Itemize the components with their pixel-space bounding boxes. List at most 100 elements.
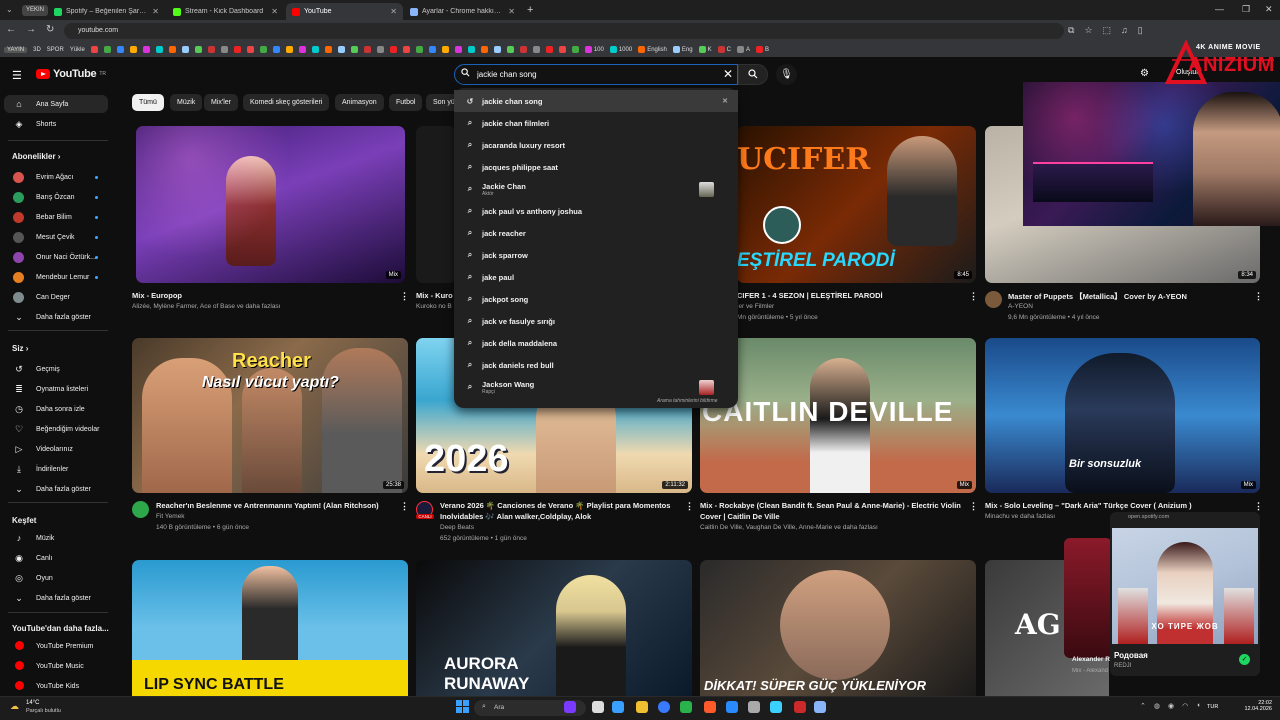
bookmark-item[interactable]: Eng (672, 46, 693, 53)
video-thumbnail[interactable]: Mix (136, 126, 405, 283)
bookmark-favicon-icon[interactable] (402, 46, 410, 53)
more-options-icon[interactable]: ⋮ (969, 291, 978, 302)
sidebar-item[interactable]: YouTube Kids (4, 677, 108, 695)
video-title[interactable]: Mix - Europop (132, 291, 392, 300)
channel-avatar[interactable] (985, 291, 1002, 308)
taskbar-app-icon[interactable] (794, 701, 806, 713)
bookmark-item[interactable]: K (698, 46, 712, 53)
video-thumbnail[interactable]: UCIFER EŞTİREL PARODİ 8:45 (737, 126, 976, 283)
bookmark-item[interactable]: B (755, 46, 769, 53)
taskbar-app-icon[interactable] (748, 701, 760, 713)
wifi-icon[interactable]: ◠ (1182, 702, 1188, 710)
bookmark-favicon-icon[interactable] (129, 46, 137, 53)
install-app-icon[interactable]: ⧉ (1068, 25, 1074, 36)
bookmark-favicon-icon[interactable] (350, 46, 358, 53)
search-suggestion[interactable]: ⌕ jake paul (454, 266, 738, 288)
sidebar-item[interactable]: Can Deger (4, 288, 108, 306)
taskbar-app-icon[interactable] (726, 701, 738, 713)
video-channel[interactable]: Alexander R (1072, 656, 1112, 663)
taskbar-app-icon[interactable] (658, 701, 670, 713)
close-tab-icon[interactable]: ✕ (152, 7, 159, 16)
sidebar-section-title[interactable]: YouTube'dan daha fazla... (12, 624, 109, 633)
more-options-icon[interactable]: ⋮ (1254, 501, 1263, 512)
bookmark-favicon-icon[interactable] (415, 46, 423, 53)
search-suggestion[interactable]: ⌕ jacaranda luxury resort (454, 134, 738, 156)
video-title[interactable]: Reacher'ın Beslenme ve Antrenmanını Yapt… (156, 501, 396, 510)
profile-badge[interactable]: YEKIN (22, 5, 49, 16)
more-options-icon[interactable]: ⋮ (969, 501, 978, 512)
video-channel[interactable]: Minachu ve daha fazlası (985, 513, 1105, 520)
bookmark-favicon-icon[interactable] (467, 46, 475, 53)
search-suggestion[interactable]: ⌕ Jackie Chan Aktör (454, 178, 738, 200)
sidebar-item[interactable]: YouTube Music (4, 657, 108, 675)
bookmark-favicon-icon[interactable] (116, 46, 124, 53)
youtube-logo[interactable]: YouTube TR (36, 68, 106, 80)
browser-tab[interactable]: Ayarlar - Chrome hakkında ✕ (404, 3, 521, 20)
video-channel[interactable]: Deep Beats (440, 524, 680, 531)
bookmark-item[interactable]: English (638, 46, 667, 53)
bookmark-favicon-icon[interactable] (168, 46, 176, 53)
search-suggestion[interactable]: ↺ jackie chan song ✕ (454, 90, 738, 112)
more-options-icon[interactable]: ⋮ (1254, 291, 1263, 302)
sidebar-item[interactable]: ▷ Videolarınız (4, 440, 108, 458)
video-channel[interactable]: ler ve Filmler (737, 303, 967, 310)
forward-icon[interactable]: → (26, 24, 36, 35)
bookmark-favicon-icon[interactable] (298, 46, 306, 53)
sidebar-item[interactable]: ⌄ Daha fazla göster (4, 480, 108, 498)
search-suggestion[interactable]: ⌕ jackie chan filmleri (454, 112, 738, 134)
report-predictions-link[interactable]: Arama tahminlerini bildirme (657, 398, 718, 404)
bookmark-item[interactable]: 3D (33, 47, 41, 53)
sidebar-item[interactable]: Mendebur Lemur (4, 268, 108, 286)
bookmark-favicon-icon[interactable] (220, 46, 228, 53)
url-field[interactable]: youtube.com (64, 23, 1064, 39)
liked-check-icon[interactable]: ✓ (1239, 654, 1250, 665)
album-art[interactable]: ХО ТИРЕ ЖОВ (1112, 528, 1258, 644)
search-suggestion[interactable]: ⌕ jack daniels red bull (454, 354, 738, 376)
clear-search-icon[interactable]: ✕ (723, 67, 733, 81)
bookmark-favicon-icon[interactable] (545, 46, 553, 53)
maximize-icon[interactable]: ❐ (1242, 4, 1250, 15)
bookmark-favicon-icon[interactable] (363, 46, 371, 53)
weather-description[interactable]: Parçalı bulutlu (26, 708, 61, 714)
bookmark-favicon-icon[interactable] (233, 46, 241, 53)
bookmark-favicon-icon[interactable] (142, 46, 150, 53)
sidebar-section-title[interactable]: Abonelikler › (12, 152, 60, 161)
bookmark-favicon-icon[interactable] (454, 46, 462, 53)
search-suggestion[interactable]: ⌕ jack ve fasulye sırığı (454, 310, 738, 332)
bookmark-favicon-icon[interactable] (103, 46, 111, 53)
bookmark-favicon-icon[interactable] (376, 46, 384, 53)
search-suggestion[interactable]: ⌕ jack sparrow (454, 244, 738, 266)
search-button[interactable] (738, 64, 768, 85)
video-channel[interactable]: Kuroko no B (416, 303, 454, 310)
bookmark-favicon-icon[interactable] (324, 46, 332, 53)
filter-chip[interactable]: Mix'ler (204, 94, 239, 111)
bookmark-favicon-icon[interactable] (155, 46, 163, 53)
video-channel[interactable]: A-YEON (1008, 303, 1248, 310)
filter-chip[interactable]: Komedi skeç gösterileri (243, 94, 330, 111)
sidebar-item[interactable]: Onur Naci Öztürk... (4, 248, 108, 266)
video-thumbnail[interactable]: Bir sonsuzluk Mix (985, 338, 1260, 493)
bookmark-favicon-icon[interactable] (246, 46, 254, 53)
sidebar-section-title[interactable]: Keşfet (12, 516, 36, 525)
bookmark-favicon-icon[interactable] (181, 46, 189, 53)
bookmark-favicon-icon[interactable] (194, 46, 202, 53)
search-suggestion[interactable]: ⌕ jack reacher (454, 222, 738, 244)
video-title[interactable]: Verano 2026 🌴 Canciones de Verano 🌴 Play… (440, 501, 685, 510)
taskbar-app-icon[interactable] (704, 701, 716, 713)
close-tab-icon[interactable]: ✕ (271, 7, 278, 16)
taskbar-app-icon[interactable] (636, 701, 648, 713)
sidebar-item[interactable]: ◎ Oyun (4, 569, 108, 587)
search-suggestion[interactable]: ⌕ jack della maddalena (454, 332, 738, 354)
sidebar-item[interactable]: ⌂ Ana Sayfa (4, 95, 108, 113)
more-options-icon[interactable]: ⋮ (685, 501, 694, 512)
video-title[interactable]: Mix - Rockabye (Clean Bandit ft. Sean Pa… (700, 501, 965, 510)
bookmark-item[interactable]: YAYIN (4, 46, 28, 53)
sidebar-item[interactable]: Mesut Çevik (4, 228, 108, 246)
back-icon[interactable]: ← (6, 24, 16, 35)
more-options-icon[interactable]: ⋮ (400, 291, 409, 302)
sidebar-item[interactable]: Evrim Ağacı (4, 168, 108, 186)
start-icon[interactable] (456, 700, 469, 713)
browser-tab[interactable]: YouTube ✕ (286, 3, 403, 20)
clock[interactable]: 22:02 12.04.2026 (1228, 700, 1272, 712)
bookmark-item[interactable]: SPOR (47, 47, 64, 53)
